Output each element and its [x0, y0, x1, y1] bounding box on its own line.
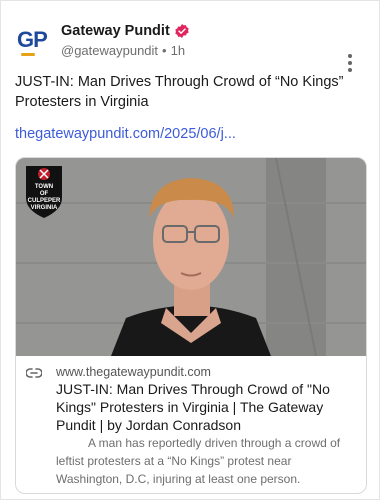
avatar-swoosh: [21, 53, 35, 56]
badge-text: TOWN OF CULPEPER VIRGINIA: [26, 184, 62, 212]
preview-description: A man has reportedly driven through a cr…: [56, 436, 341, 486]
post-header: GP Gateway Pundit @gatewaypundit • 1h: [15, 21, 365, 72]
author-name[interactable]: Gateway Pundit: [61, 23, 170, 39]
preview-body[interactable]: www.thegatewaypundit.com JUST-IN: Man Dr…: [16, 356, 366, 493]
post-text: JUST-IN: Man Drives Through Crowd of “No…: [15, 74, 344, 110]
author-info: Gateway Pundit @gatewaypundit • 1h: [61, 21, 190, 58]
preview-domain: www.thegatewaypundit.com: [56, 365, 211, 379]
post-card[interactable]: GP Gateway Pundit @gatewaypundit • 1h JUST…: [0, 0, 380, 500]
avatar[interactable]: GP: [15, 23, 51, 59]
verified-badge-icon: [175, 24, 189, 38]
badge-line: CULPEPER: [27, 198, 61, 204]
post-link[interactable]: thegatewaypundit.com/2025/06/j...: [15, 126, 236, 142]
avatar-logo-text: GP: [17, 27, 48, 52]
mugshot-illustration: [16, 158, 366, 356]
badge-line: VIRGINIA: [30, 205, 58, 211]
more-options-icon[interactable]: [347, 54, 353, 72]
preview-image: TOWN OF CULPEPER VIRGINIA: [16, 158, 366, 356]
author-handle[interactable]: @gatewaypundit: [61, 43, 158, 58]
badge-line: TOWN: [34, 184, 54, 190]
link-icon: [26, 368, 42, 378]
post-time[interactable]: 1h: [171, 43, 185, 58]
post-meta: @gatewaypundit • 1h: [61, 43, 190, 58]
meta-separator: •: [162, 43, 167, 58]
badge-line: OF: [39, 191, 49, 197]
preview-title[interactable]: JUST-IN: Man Drives Through Crowd of "No…: [56, 380, 356, 434]
link-preview-card[interactable]: TOWN OF CULPEPER VIRGINIA www.thegateway…: [15, 157, 367, 494]
